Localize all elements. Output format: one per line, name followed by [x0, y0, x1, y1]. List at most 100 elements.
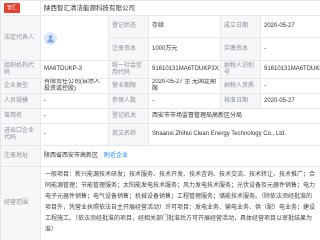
taxpayer-qual-value: -: [264, 82, 266, 89]
label-cell: 组织机构代码: [0, 60, 41, 79]
value-cell: -: [40, 108, 109, 124]
taxpayer-qual-label: 纳税人资质: [224, 82, 255, 89]
label-cell: 英文名称: [108, 123, 149, 146]
approved-value: 2020-05-27: [264, 97, 295, 104]
label-cell: 核准日期: [220, 93, 261, 109]
staff-size-value: -: [44, 97, 46, 104]
former-name-value: -: [44, 112, 46, 119]
logo-wrap: 智汇: [2, 2, 40, 15]
logo-cell: 智汇: [0, 0, 41, 16]
staff-size-label: 人员规模: [4, 97, 29, 104]
label-cell: 注册地址: [0, 145, 41, 167]
table-row: 法定代表人 登记状态 存续 成立日期 2020-05-27: [0, 15, 320, 61]
company-name-row: 智汇 陕西智汇清洁能源科技有限公司: [0, 0, 320, 16]
org-code-label: 组织机构代码: [4, 62, 35, 76]
taxpayer-id-label: 纳税人识别号: [224, 62, 255, 76]
org-code-value: MA6TDUKP-3: [44, 66, 83, 72]
value-cell: -: [40, 93, 109, 109]
scope-row: 经营范围 一般项目：新兴能源技术研发；技术服务、技术开发、技术咨询、技术交流、技…: [0, 166, 320, 240]
label-cell: 纳税人识别号: [220, 60, 261, 79]
address-wrap: 陕西省西安市高新区 附近企业: [42, 147, 320, 166]
import-export-label: 进出口企业代码: [4, 127, 35, 141]
value-cell: -: [40, 123, 109, 146]
label-cell: 实缴资本: [220, 37, 261, 61]
table-row: 曾用名 - 登记机关 西安市市场监督管理局高新区分局: [0, 108, 320, 124]
legal-rep-label: 法定代表人: [4, 34, 35, 41]
import-export-value: -: [44, 131, 46, 137]
value-cell: -: [259, 37, 320, 61]
reg-capital-value: 1000万元: [152, 45, 178, 52]
address-value: 陕西省西安市高新区: [44, 152, 99, 159]
former-name-label: 曾用名: [4, 112, 23, 119]
label-cell: 登记状态: [108, 15, 149, 38]
label-cell: 经营范围: [0, 166, 41, 240]
company-type-value: 有限责任公司(自然人投资或控股): [44, 79, 100, 93]
table-row: 企业类型 有限责任公司(自然人投资或控股) 营业期限 2020-05-27 至 …: [0, 78, 320, 94]
value-cell: 西安市市场监督管理局高新区分局: [147, 108, 320, 124]
company-logo: 智汇: [4, 3, 21, 13]
company-name-cell: 陕西智汇清洁能源科技有限公司: [39, 0, 320, 16]
address-label: 注册地址: [4, 152, 29, 159]
approved-label: 核准日期: [224, 97, 249, 104]
insured-value: -: [152, 97, 154, 104]
term-value: 2020-05-27 至 无固定期限: [152, 79, 217, 93]
nearby-companies-link[interactable]: 附近企业: [104, 153, 128, 160]
english-name-value: Shaanxi Zhihui Clean Energy Technology C…: [152, 131, 286, 137]
business-info-panel: 智汇 陕西智汇清洁能源科技有限公司 法定代表人 登记状态 存续 成立日期 202…: [0, 0, 320, 240]
label-cell: 人员规模: [0, 93, 41, 109]
value-cell: 有限责任公司(自然人投资或控股): [40, 78, 109, 94]
company-name: 陕西智汇清洁能源科技有限公司: [44, 4, 135, 12]
authority-label: 登记机关: [112, 112, 137, 119]
value-cell: -: [148, 93, 221, 109]
authority-value: 西安市市场监督管理局高新区分局: [152, 112, 243, 119]
label-cell: 营业期限: [108, 78, 149, 94]
label-cell: 企业类型: [0, 78, 41, 94]
label-cell: 注册资本: [108, 37, 149, 61]
value-cell: 2020-05-27: [259, 93, 320, 109]
uscc-label: 统一社会信用代码: [112, 62, 143, 76]
legal-rep-value-cell: [40, 15, 109, 61]
scope-text: 一般项目：新兴能源技术研发；技术服务、技术开发、技术咨询、技术交流、技术转让、技…: [45, 172, 316, 233]
company-name-wrap: 陕西智汇清洁能源科技有限公司: [42, 2, 320, 15]
insured-label: 参保人数: [112, 97, 137, 104]
scope-label: 经营范围: [4, 200, 29, 206]
label-cell: 进出口企业代码: [0, 123, 41, 146]
value-cell: 1000万元: [148, 37, 221, 61]
english-name-label: 英文名称: [112, 131, 137, 137]
founded-value: 2020-05-27: [264, 23, 295, 29]
table-row: 人员规模 - 参保人数 - 核准日期 2020-05-27: [0, 93, 320, 109]
label-cell: 曾用名: [0, 108, 41, 124]
company-type-label: 企业类型: [4, 82, 29, 89]
paid-capital-value: -: [264, 45, 266, 52]
reg-status-value: 存续: [152, 23, 165, 29]
business-info-table: 智汇 陕西智汇清洁能源科技有限公司 法定代表人 登记状态 存续 成立日期 202…: [0, 0, 320, 240]
paid-capital-label: 实缴资本: [224, 45, 249, 52]
legal-rep-label-cell: 法定代表人: [0, 15, 41, 61]
term-label: 营业期限: [112, 82, 137, 89]
table-row: 进出口企业代码 - 英文名称 Shaanxi Zhihui Clean Ener…: [0, 123, 320, 146]
value-cell: 2020-05-27: [259, 15, 320, 38]
taxpayer-id-value: 91610131MA6TDUKP3X: [264, 66, 320, 72]
legal-rep-wrap: [42, 17, 108, 60]
reg-capital-label: 注册资本: [112, 45, 137, 52]
label-cell: 纳税人资质: [220, 78, 261, 94]
address-row: 注册地址 陕西省西安市高新区 附近企业: [0, 145, 320, 167]
label-cell: 统一社会信用代码: [108, 60, 149, 79]
label-cell: 成立日期: [220, 15, 261, 38]
value-cell: MA6TDUKP-3: [40, 60, 109, 79]
label-cell: 登记机关: [108, 108, 149, 124]
table-row: 组织机构代码 MA6TDUKP-3 统一社会信用代码 91610131MA6TD…: [0, 60, 320, 79]
uscc-value: 91610131MA6TDUKP3X: [152, 66, 219, 72]
avatar[interactable]: [44, 31, 57, 45]
value-cell: 陕西省西安市高新区 附近企业: [39, 145, 320, 167]
value-cell: -: [259, 78, 320, 94]
value-cell: 一般项目：新兴能源技术研发；技术服务、技术开发、技术咨询、技术交流、技术转让、技…: [39, 166, 320, 240]
founded-label: 成立日期: [224, 23, 249, 29]
value-cell: Shaanxi Zhihui Clean Energy Technology C…: [147, 123, 320, 146]
reg-status-label: 登记状态: [112, 23, 137, 29]
label-cell: 参保人数: [108, 93, 149, 109]
value-cell: 91610131MA6TDUKP3X: [148, 60, 221, 79]
value-cell: 2020-05-27 至 无固定期限: [148, 78, 221, 94]
value-cell: 91610131MA6TDUKP3X: [259, 60, 320, 79]
value-cell: 存续: [148, 15, 221, 38]
